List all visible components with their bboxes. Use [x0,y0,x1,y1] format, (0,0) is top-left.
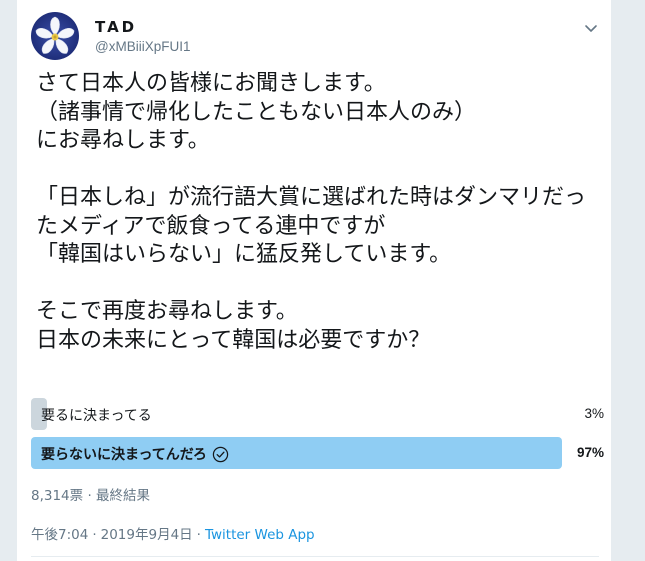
poll: 要るに決まってる 3% 要らないに決まってんだろ 97% [31,398,604,476]
poll-option-percent: 97% [576,445,604,460]
tweet-timestamp: 午後7:04 · 2019年9月4日 · Twitter Web App [31,523,315,543]
poll-vote-count: 8,314票 · 最終結果 [31,488,151,504]
tweet-card: TAD @xMBiiiXpFUI1 さて日本人の皆様にお聞きします。 （諸事情で… [16,0,612,561]
cherry-blossom-icon [35,16,75,54]
poll-option-percent: 3% [584,406,604,421]
chevron-down-icon[interactable] [583,20,599,32]
display-name[interactable]: TAD [95,18,137,36]
user-handle[interactable]: @xMBiiiXpFUI1 [95,39,190,54]
tweet-date[interactable]: 2019年9月4日 [101,527,193,543]
divider [31,556,599,557]
poll-option-text: 要るに決まってる [41,408,152,424]
poll-option: 要るに決まってる 3% [31,398,604,430]
separator: · [92,527,97,543]
tweet-text: さて日本人の皆様にお聞きします。 （諸事情で帰化したこともない日本人のみ） にお… [36,71,587,353]
avatar[interactable] [31,12,79,60]
poll-option-text: 要らないに決まってんだろ [41,447,207,463]
separator: · [196,527,201,543]
source-app-link[interactable]: Twitter Web App [205,527,315,543]
poll-option-winner: 要らないに決まってんだろ 97% [31,437,604,469]
poll-option-label: 要らないに決まってんだろ [41,444,229,464]
check-circle-icon [212,446,229,462]
tweet-time[interactable]: 午後7:04 [31,527,88,543]
poll-option-label: 要るに決まってる [41,405,152,425]
